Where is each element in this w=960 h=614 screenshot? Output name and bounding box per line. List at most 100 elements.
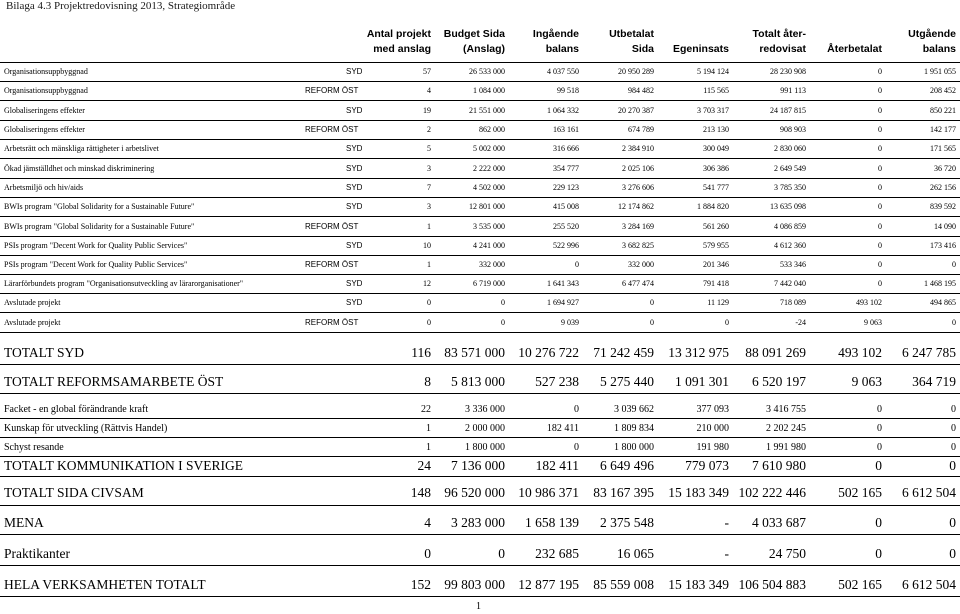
row-label: BWIs program "Global Solidarity for a Su… — [4, 202, 195, 211]
cell-ingaende-balans: 316 666 — [553, 144, 579, 153]
cell-aterbetalat: 0 — [877, 423, 882, 434]
row-label: Avslutade projekt — [4, 298, 61, 307]
cell-antal-projekt: 19 — [423, 106, 431, 115]
cell-ingaende-balans: 10 986 371 — [518, 485, 579, 500]
cell-budget-sida: 5 813 000 — [451, 374, 505, 389]
cell-utbetalat-sida: 0 — [650, 318, 654, 327]
cell-budget-sida: 0 — [498, 546, 505, 561]
row-region: SYD — [346, 164, 363, 173]
cell-egeninsats: 3 703 317 — [697, 106, 729, 115]
cell-utbetalat-sida: 16 065 — [616, 546, 654, 561]
cell-utgaende-balans: 494 865 — [930, 298, 956, 307]
table-divider — [0, 293, 960, 294]
cell-utgaende-balans: 173 416 — [930, 241, 956, 250]
cell-totalt-aterredovisat: 4 612 360 — [774, 241, 806, 250]
cell-totalt-aterredovisat: 102 222 446 — [738, 485, 807, 500]
cell-egeninsats: 213 130 — [703, 125, 729, 134]
cell-ingaende-balans: 0 — [574, 404, 579, 415]
cell-totalt-aterredovisat: 533 346 — [780, 260, 806, 269]
row-label: TOTALT REFORMSAMARBETE ÖST — [4, 374, 224, 389]
cell-aterbetalat: 502 165 — [838, 485, 882, 500]
row-label: TOTALT KOMMUNIKATION I SVERIGE — [4, 458, 244, 473]
cell-totalt-aterredovisat: 1 991 980 — [766, 442, 806, 453]
cell-budget-sida: 332 000 — [479, 260, 505, 269]
row-region: SYD — [346, 279, 363, 288]
cell-utbetalat-sida: 3 039 662 — [614, 404, 654, 415]
cell-utgaende-balans: 0 — [949, 515, 956, 530]
cell-totalt-aterredovisat: 4 033 687 — [752, 515, 806, 530]
cell-utbetalat-sida: 12 174 862 — [618, 202, 654, 211]
cell-budget-sida: 21 551 000 — [469, 106, 505, 115]
cell-budget-sida: 4 241 000 — [473, 241, 505, 250]
cell-totalt-aterredovisat: 908 903 — [780, 125, 806, 134]
row-region: SYD — [346, 144, 363, 153]
cell-utgaende-balans: 364 719 — [912, 374, 956, 389]
cell-egeninsats: - — [724, 515, 730, 530]
cell-totalt-aterredovisat: 4 086 859 — [774, 222, 806, 231]
cell-egeninsats: 15 183 349 — [668, 485, 729, 500]
cell-egeninsats: 306 386 — [703, 164, 729, 173]
cell-budget-sida: 12 801 000 — [469, 202, 505, 211]
cell-budget-sida: 3 336 000 — [465, 404, 505, 415]
table-divider — [0, 139, 960, 140]
cell-antal-projekt: 12 — [423, 279, 431, 288]
cell-aterbetalat: 9 063 — [864, 318, 882, 327]
table-divider — [0, 364, 960, 365]
cell-aterbetalat: 0 — [878, 222, 882, 231]
cell-ingaende-balans: 232 685 — [535, 546, 579, 561]
cell-antal-projekt: 1 — [427, 260, 431, 269]
cell-antal-projekt: 2 — [427, 125, 431, 134]
cell-aterbetalat: 502 165 — [838, 577, 882, 592]
cell-budget-sida: 0 — [501, 298, 505, 307]
table-divider — [0, 197, 960, 198]
table-divider — [0, 534, 960, 535]
table-divider — [0, 456, 960, 457]
row-label: Ökad jämställdhet och minskad diskrimine… — [4, 164, 155, 173]
cell-aterbetalat: 0 — [878, 67, 882, 76]
row-region: SYD — [346, 241, 363, 250]
cell-antal-projekt: 24 — [417, 458, 432, 473]
row-label: Organisationsuppbyggnad — [4, 86, 88, 95]
cell-antal-projekt: 1 — [426, 442, 431, 453]
cell-budget-sida: 7 136 000 — [451, 458, 505, 473]
row-region: REFORM ÖST — [305, 318, 359, 327]
table-divider — [0, 596, 960, 597]
cell-antal-projekt: 0 — [427, 318, 431, 327]
cell-utgaende-balans: 850 221 — [930, 106, 956, 115]
cell-budget-sida: 2 000 000 — [465, 423, 505, 434]
cell-ingaende-balans: 9 039 — [561, 318, 579, 327]
cell-utbetalat-sida: 6 649 496 — [600, 458, 654, 473]
cell-antal-projekt: 4 — [424, 515, 431, 530]
cell-antal-projekt: 152 — [410, 577, 431, 592]
cell-utgaende-balans: 1 468 195 — [924, 279, 956, 288]
cell-egeninsats: 115 565 — [703, 86, 729, 95]
cell-totalt-aterredovisat: 28 230 908 — [770, 67, 806, 76]
cell-ingaende-balans: 415 008 — [553, 202, 579, 211]
cell-egeninsats: 377 093 — [696, 404, 730, 415]
cell-totalt-aterredovisat: 24 187 815 — [770, 106, 806, 115]
table-divider — [0, 158, 960, 159]
row-region: SYD — [346, 183, 363, 192]
cell-antal-projekt: 0 — [424, 546, 431, 561]
row-label: TOTALT SYD — [4, 345, 85, 360]
table-divider — [0, 236, 960, 237]
cell-egeninsats: 561 260 — [703, 222, 729, 231]
cell-utbetalat-sida: 20 950 289 — [618, 67, 654, 76]
cell-budget-sida: 1 800 000 — [465, 442, 505, 453]
cell-totalt-aterredovisat: 7 442 040 — [774, 279, 806, 288]
table-divider — [0, 274, 960, 275]
cell-utgaende-balans: 171 565 — [930, 144, 956, 153]
row-label: Organisationsuppbyggnad — [4, 67, 88, 76]
cell-budget-sida: 5 002 000 — [473, 144, 505, 153]
cell-budget-sida: 83 571 000 — [444, 345, 505, 360]
cell-egeninsats: 779 073 — [685, 458, 729, 473]
table-divider — [0, 418, 960, 419]
row-label: Arbetsmiljö och hiv/aids — [4, 183, 84, 192]
cell-utgaende-balans: 0 — [951, 404, 956, 415]
row-label: Schyst resande — [4, 442, 64, 453]
row-label: Facket - en global förändrande kraft — [4, 404, 149, 415]
cell-budget-sida: 3 535 000 — [473, 222, 505, 231]
cell-utgaende-balans: 208 452 — [930, 86, 956, 95]
table-divider — [0, 178, 960, 179]
cell-egeninsats: 13 312 975 — [668, 345, 729, 360]
